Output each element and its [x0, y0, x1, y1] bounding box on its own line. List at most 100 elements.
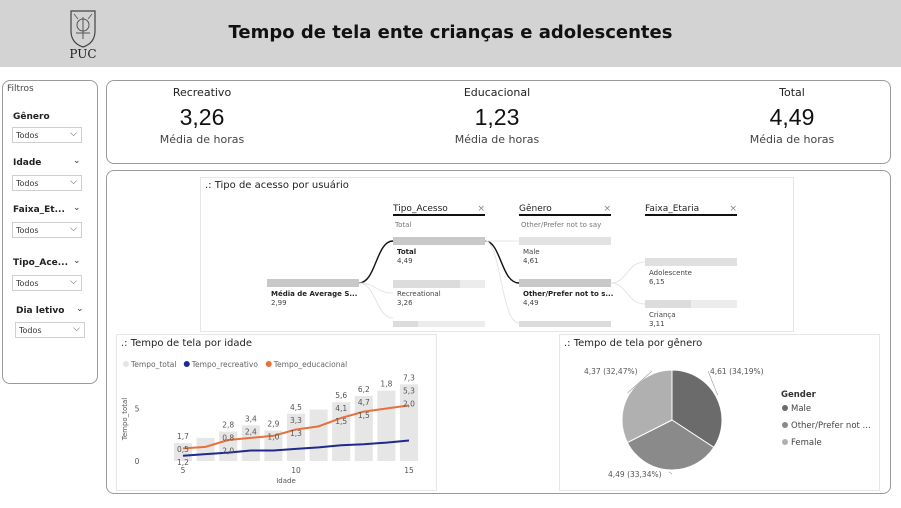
data-label: 6,2 [358, 385, 370, 394]
decomp-faixa-crianca-bar[interactable] [645, 300, 737, 308]
filter-genero-select[interactable]: Todos ⌵ [12, 127, 82, 143]
legend-marker-Tempo_recreativo [183, 361, 190, 367]
kpi-educacional-subtitle: Média de horas [454, 133, 540, 146]
decomp-col-genero-header[interactable]: Gênero × [519, 204, 611, 216]
data-label: 4,5 [290, 403, 302, 412]
data-label: 0,5 [177, 445, 189, 454]
kpi-recreativo-subtitle: Média de horas [159, 133, 245, 146]
data-label: 1,0 [267, 433, 279, 442]
pie-legend-marker-Other/Prefer not ... [782, 422, 788, 428]
decomp-root-label: Média de Average S... [271, 290, 358, 298]
data-label: 5,3 [403, 386, 415, 395]
data-label: 3,4 [245, 414, 257, 423]
data-label: 7,3 [403, 373, 415, 382]
filter-dia-collapse-icon[interactable]: ⌄ [76, 304, 84, 314]
close-icon[interactable]: × [603, 204, 611, 214]
chevron-down-icon: ⌵ [73, 324, 80, 334]
bar-age-6[interactable] [196, 437, 215, 461]
gender-chart-svg: 4,61 (34,19%)4,49 (33,34%)4,37 (32,47%) … [584, 367, 871, 479]
filter-genero-label: Gênero [13, 112, 50, 122]
data-label: 2,0 [403, 399, 415, 408]
pie-data-label: 4,49 (33,34%) [608, 470, 662, 479]
filter-tipo-collapse-icon[interactable]: ⌄ [73, 256, 81, 266]
x-tick-label: 5 [181, 466, 186, 475]
kpi-educacional: Educacional 1,23 Média de horas [437, 86, 557, 146]
decomp-genero-other-bar[interactable] [519, 279, 611, 287]
decomp-tipo-recreational-bar[interactable] [393, 280, 485, 288]
data-label: 4,1 [335, 404, 347, 413]
x-tick-label: 15 [404, 466, 414, 475]
data-label: 2,0 [222, 447, 234, 456]
pie-legend-label: Male [791, 404, 811, 414]
close-icon[interactable]: × [477, 204, 485, 214]
y-tick-label: 5 [135, 405, 140, 414]
pie-legend-label: Female [791, 438, 822, 448]
filter-idade-label: Idade [13, 158, 42, 168]
decomp-tipo-more-bar[interactable] [393, 321, 485, 327]
age-chart: .: Tempo de tela por idade Tempo_total Te… [116, 334, 437, 491]
kpi-educacional-value: 1,23 [474, 104, 520, 130]
data-label: 5,6 [335, 391, 347, 400]
filter-faixa-select[interactable]: Todos ⌵ [12, 222, 82, 238]
decomp-genero-male-label: Male [523, 248, 540, 256]
decomp-genero-more-bar[interactable] [519, 321, 611, 327]
chevron-down-icon: ⌵ [70, 177, 77, 187]
decomp-root-bar[interactable] [267, 279, 359, 287]
filter-dia-label: Dia letivo [16, 306, 65, 316]
data-label: 3,3 [290, 416, 302, 425]
filter-dia-select[interactable]: Todos ⌵ [15, 322, 85, 338]
page-title: Tempo de tela ente crianças e adolescent… [228, 22, 673, 43]
decomp-genero-other-value: 4,49 [523, 299, 539, 307]
data-label: 2,9 [267, 420, 279, 429]
decomp-faixa-crianca-label: Criança [649, 311, 676, 319]
decomp-col-genero-label: Gênero [519, 204, 552, 214]
decomp-genero-male-bar[interactable] [519, 237, 611, 245]
data-label: 1,8 [380, 380, 392, 389]
filter-faixa-label: Faixa_Et... [13, 205, 65, 215]
bar-age-11[interactable] [309, 409, 328, 461]
filter-idade-select[interactable]: Todos ⌵ [12, 175, 82, 191]
kpi-panel: Recreativo 3,26 Média de horas Educacion… [106, 80, 891, 164]
chevron-down-icon: ⌵ [70, 277, 77, 287]
pie-leader-line [668, 471, 673, 475]
decomp-genero-other-label: Other/Prefer not to s... [523, 290, 614, 298]
data-label: 2,4 [245, 427, 257, 436]
pie-legend-marker-Male [782, 405, 788, 411]
decomp-faixa-adolescente-label: Adolescente [649, 269, 692, 277]
pie-legend-marker-Female [782, 439, 788, 445]
data-label: 0,8 [222, 434, 234, 443]
x-tick-label: 10 [291, 466, 301, 475]
decomp-col-tipo-label: Tipo_Acesso [393, 204, 448, 214]
legend-label-Tempo_total: Tempo_total [130, 360, 176, 369]
legend-label-Tempo_recreativo: Tempo_recreativo [191, 360, 259, 369]
gender-chart: .: Tempo de tela por gênero 4,61 (34,19%… [559, 334, 880, 491]
bar-age-14[interactable] [377, 390, 396, 461]
kpi-recreativo-value: 3,26 [179, 104, 225, 130]
filter-faixa-value: Todos [16, 226, 39, 235]
decomp-tipo-total-bar[interactable] [393, 237, 485, 245]
decomp-tipo-recreational-value: 3,26 [397, 299, 413, 307]
decomp-col-tipo-header[interactable]: Tipo_Acesso × [393, 204, 485, 216]
decomp-tipo-recreational-label: Recreational [397, 290, 441, 298]
filter-tipo-select[interactable]: Todos ⌵ [12, 275, 82, 291]
decomp-col-tipo-subheader: Total [395, 221, 412, 229]
pie-legend-title: Gender [781, 390, 817, 400]
filter-faixa-collapse-icon[interactable]: ⌄ [73, 203, 81, 213]
close-icon[interactable]: × [729, 204, 737, 214]
data-label: 1,7 [177, 432, 189, 441]
bar-age-15[interactable] [399, 384, 419, 461]
data-label: 1,5 [358, 411, 370, 420]
decomp-tipo-total-label: Total [397, 248, 417, 256]
chevron-down-icon: ⌵ [70, 224, 77, 234]
data-label: 2,8 [222, 421, 234, 430]
decomp-tipo-total-value: 4,49 [397, 257, 413, 265]
kpi-total-subtitle: Média de horas [749, 133, 835, 146]
decomp-root-value: 2,99 [271, 299, 287, 307]
legend-label-Tempo_educacional: Tempo_educacional [273, 360, 347, 369]
pie-data-label: 4,61 (34,19%) [710, 367, 764, 376]
filter-idade-collapse-icon[interactable]: ⌄ [73, 156, 81, 166]
decomp-col-faixa-header[interactable]: Faixa_Etaria × [645, 204, 737, 216]
filter-dia-value: Todos [19, 326, 42, 335]
decomp-faixa-adolescente-bar[interactable] [645, 258, 737, 266]
decomp-connectors [358, 240, 646, 324]
